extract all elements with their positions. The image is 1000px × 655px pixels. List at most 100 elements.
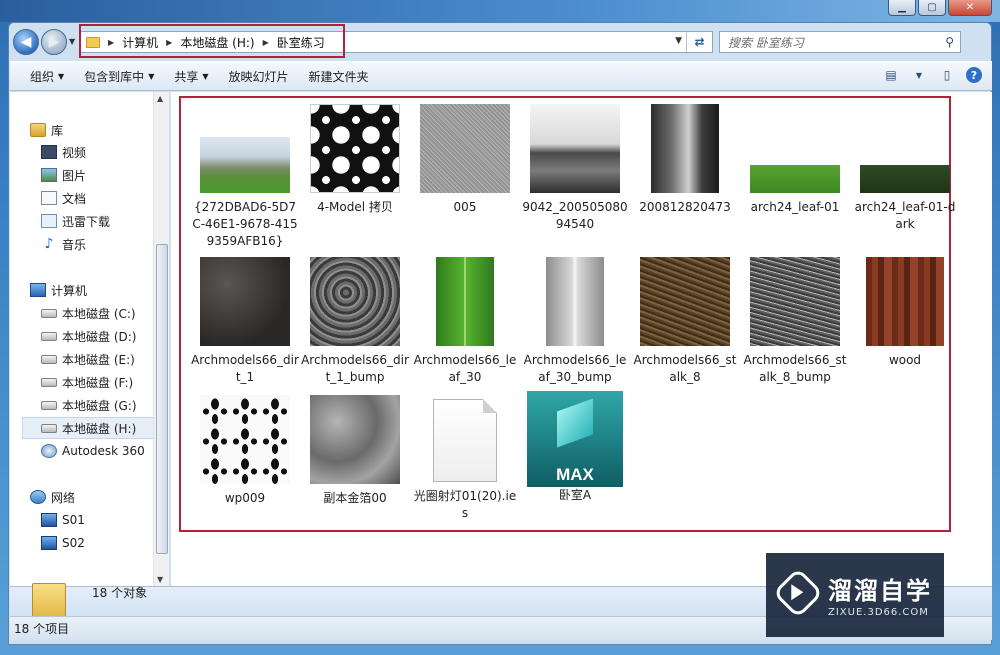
image-thumbnail — [530, 104, 620, 193]
file-name: 光圈射灯01(20).ies — [413, 489, 517, 520]
file-item[interactable]: Archmodels66_leaf_30 — [411, 257, 519, 386]
file-name: 9042_20050508094540 — [522, 200, 628, 231]
watermark-title: 溜溜自学 — [828, 577, 932, 605]
file-item[interactable]: {272DBAD6-5D7C-46E1-9678-4159359AFB16} — [191, 137, 299, 250]
image-thumbnail — [200, 137, 290, 193]
autodesk-360-icon — [41, 444, 57, 458]
file-name: {272DBAD6-5D7C-46E1-9678-4159359AFB16} — [192, 200, 298, 248]
file-name: 005 — [453, 200, 477, 214]
file-item[interactable]: Archmodels66_stalk_8_bump — [741, 257, 849, 386]
file-name: 4-Model 拷贝 — [317, 200, 393, 214]
help-icon[interactable]: ? — [966, 67, 982, 83]
back-button[interactable]: ◀ — [13, 29, 39, 55]
pictures-icon — [41, 168, 57, 182]
address-bar[interactable]: ▶ 计算机 ▶ 本地磁盘 (H:) ▶ 卧室练习 ▼ ⇄ — [79, 31, 713, 53]
explorer-window: ◀ ▶ ▼ ▶ 计算机 ▶ 本地磁盘 (H:) ▶ 卧室练习 ▼ ⇄ 搜索 卧室… — [8, 22, 992, 645]
image-thumbnail — [640, 257, 730, 346]
file-item[interactable]: wood — [851, 257, 959, 369]
sidebar-item-label: Autodesk 360 — [62, 444, 145, 458]
include-in-library-label: 包含到库中 — [84, 69, 145, 84]
share-menu[interactable]: 共享 ▼ — [174, 68, 208, 85]
file-name: wp009 — [224, 491, 266, 505]
3ds-max-logo-icon — [557, 398, 593, 448]
file-item[interactable]: MAX 卧室A — [521, 391, 629, 504]
search-icon[interactable]: ⚲ — [945, 35, 954, 49]
file-item[interactable]: 4-Model 拷贝 — [301, 104, 409, 216]
recent-pages-dropdown[interactable]: ▼ — [69, 37, 75, 46]
drive-icon — [41, 308, 57, 318]
file-item[interactable]: arch24_leaf-01 — [741, 165, 849, 216]
file-name: Archmodels66_dirt_1 — [191, 353, 299, 384]
drive-icon — [41, 354, 57, 364]
drive-icon — [41, 423, 57, 433]
image-thumbnail — [436, 257, 494, 346]
forward-button[interactable]: ▶ — [41, 29, 67, 55]
details-object-count: 18 个对象 — [92, 586, 148, 600]
chevron-down-icon: ▼ — [202, 71, 209, 81]
file-item[interactable]: 9042_20050508094540 — [521, 104, 629, 233]
slideshow-button[interactable]: 放映幻灯片 — [229, 68, 289, 85]
file-item[interactable]: 200812820473 — [631, 104, 739, 216]
monitor-icon — [41, 536, 57, 550]
search-input[interactable]: 搜索 卧室练习 ⚲ — [719, 31, 961, 53]
sidebar-item-label: 计算机 — [51, 283, 88, 298]
include-in-library-menu[interactable]: 包含到库中 ▼ — [84, 68, 154, 85]
scroll-up-icon[interactable]: ▲ — [157, 94, 163, 103]
sidebar-item-label: 迅雷下载 — [62, 214, 111, 229]
new-folder-button[interactable]: 新建文件夹 — [309, 68, 369, 85]
file-item[interactable]: Archmodels66_dirt_1 — [191, 257, 299, 386]
sidebar-item-label: S02 — [62, 536, 85, 550]
image-thumbnail — [866, 257, 944, 346]
chevron-right-icon[interactable]: ▶ — [263, 38, 269, 47]
file-item[interactable]: Archmodels66_stalk_8 — [631, 257, 739, 386]
sidebar-scrollbar[interactable]: ▲ ▼ — [153, 92, 169, 586]
scrollbar-thumb[interactable] — [156, 244, 168, 554]
maximize-button[interactable]: ▢ — [918, 0, 946, 16]
file-item[interactable]: arch24_leaf-01-dark — [851, 165, 959, 233]
watermark-url: ZIXUE.3D66.COM — [828, 607, 929, 618]
breadcrumb-computer[interactable]: 计算机 — [122, 34, 158, 51]
blank-file-icon — [433, 399, 497, 482]
scroll-down-icon[interactable]: ▼ — [157, 575, 163, 584]
chevron-right-icon[interactable]: ▶ — [108, 38, 114, 47]
file-item[interactable]: wp009 — [191, 395, 299, 507]
desktop-background — [0, 0, 1000, 22]
status-item-count: 18 个项目 — [14, 622, 70, 636]
drive-icon — [41, 400, 57, 410]
sidebar-item-drive-h[interactable]: 本地磁盘 (H:) — [22, 417, 154, 439]
watermark-logo: 溜溜自学 ZIXUE.3D66.COM — [766, 553, 944, 637]
sidebar-item-label: 音乐 — [62, 237, 87, 252]
file-item[interactable]: Archmodels66_dirt_1_bump — [301, 257, 409, 386]
folder-icon — [86, 36, 100, 48]
file-list-pane: {272DBAD6-5D7C-46E1-9678-4159359AFB16} 4… — [171, 92, 992, 586]
image-thumbnail — [860, 165, 950, 193]
share-label: 共享 — [174, 69, 199, 84]
change-view-icon[interactable]: ▤ — [882, 67, 900, 83]
close-button[interactable]: ✕ — [948, 0, 992, 16]
minimize-button[interactable]: ▁ — [888, 0, 916, 16]
file-item[interactable]: Archmodels66_leaf_30_bump — [521, 257, 629, 386]
file-name: arch24_leaf-01 — [750, 200, 840, 214]
monitor-icon — [41, 513, 57, 527]
navigation-pane: 库 视频 图片 文档 迅雷下载 ♪ 音乐 计算机 本地磁盘 (C:) 本地磁盘 … — [10, 92, 170, 586]
sidebar-item-label: 本地磁盘 (D:) — [62, 329, 137, 344]
breadcrumb-current-folder[interactable]: 卧室练习 — [277, 34, 325, 51]
file-name: Archmodels66_leaf_30 — [413, 353, 517, 384]
file-item[interactable]: 光圈射灯01(20).ies — [411, 399, 519, 522]
breadcrumb-drive-h[interactable]: 本地磁盘 (H:) — [180, 34, 254, 51]
organize-label: 组织 — [30, 69, 55, 84]
sidebar-item-label: 视频 — [62, 145, 87, 160]
sidebar-item-label: 库 — [51, 123, 64, 138]
navigation-bar: ◀ ▶ ▼ ▶ 计算机 ▶ 本地磁盘 (H:) ▶ 卧室练习 ▼ ⇄ 搜索 卧室… — [9, 24, 993, 59]
chevron-right-icon[interactable]: ▶ — [166, 38, 172, 47]
refresh-button[interactable]: ⇄ — [686, 32, 712, 52]
sidebar-item-label: 本地磁盘 (G:) — [62, 398, 137, 413]
organize-menu[interactable]: 组织 ▼ — [30, 68, 64, 85]
file-item[interactable]: 副本金箔00 — [301, 395, 409, 507]
address-history-dropdown[interactable]: ▼ — [675, 36, 682, 46]
music-note-icon: ♪ — [44, 236, 54, 252]
file-item[interactable]: 005 — [411, 104, 519, 216]
preview-pane-icon[interactable]: ▯ — [938, 67, 956, 83]
3ds-max-file-icon: MAX — [527, 391, 623, 487]
chevron-down-icon[interactable]: ▼ — [910, 67, 928, 83]
